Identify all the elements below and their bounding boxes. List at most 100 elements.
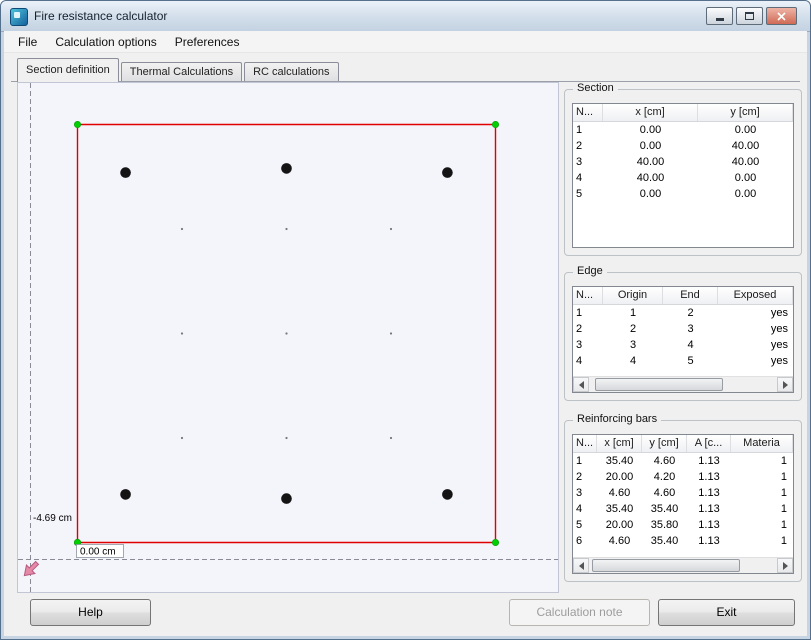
close-button[interactable] xyxy=(766,7,797,25)
rebar-point[interactable] xyxy=(281,163,292,174)
tab-rc-calculations[interactable]: RC calculations xyxy=(244,62,339,81)
reinforcing-bars-table-body: 1 35.40 4.60 1.13 1 2 20.00 4.20 1.13 1 3 4.60 4.60 1… xyxy=(573,453,793,549)
section-table[interactable]: N... x [cm] y [cm] 1 0.00 0.00 2 0.00 40.00 3 40.… xyxy=(572,103,794,248)
rebar-point[interactable] xyxy=(281,493,292,504)
table-row[interactable]: 4 40.00 0.00 xyxy=(573,170,793,186)
edge-table-hscrollbar[interactable] xyxy=(573,376,793,392)
table-row[interactable]: 4 35.40 35.40 1.13 1 xyxy=(573,501,793,517)
column-header[interactable]: Materia xyxy=(731,435,793,452)
menu-preferences[interactable]: Preferences xyxy=(166,33,249,51)
tab-section-definition[interactable]: Section definition xyxy=(17,58,119,82)
table-cell: 1 xyxy=(576,124,583,136)
exit-button[interactable]: Exit xyxy=(658,599,795,626)
column-header[interactable]: y [cm] xyxy=(698,104,793,121)
table-cell: 35.80 xyxy=(650,519,679,531)
rebar-point[interactable] xyxy=(442,167,453,178)
column-header[interactable]: x [cm] xyxy=(603,104,698,121)
table-cell: 0.00 xyxy=(734,172,757,184)
column-header[interactable]: y [cm] xyxy=(642,435,687,452)
rebar-point[interactable] xyxy=(442,489,453,500)
table-row[interactable]: 5 0.00 0.00 xyxy=(573,186,793,202)
section-panel: Section N... x [cm] y [cm] 1 0.00 0.00 2 0.00 4… xyxy=(564,82,802,256)
tab-thermal-calculations[interactable]: Thermal Calculations xyxy=(120,62,243,81)
edge-panel-title: Edge xyxy=(573,265,607,277)
vertex-point[interactable] xyxy=(73,120,81,128)
column-header[interactable]: x [cm] xyxy=(597,435,642,452)
scroll-left-icon xyxy=(578,380,584,389)
table-cell: 40.00 xyxy=(731,156,760,168)
column-header[interactable]: N... xyxy=(573,287,603,304)
section-drawing-area[interactable]: -4.69 cm 0.00 cm xyxy=(17,82,559,593)
table-cell: 4 xyxy=(576,503,583,515)
table-cell: 1 xyxy=(576,455,583,467)
column-header[interactable]: Exposed xyxy=(718,287,793,304)
table-row[interactable]: 5 20.00 35.80 1.13 1 xyxy=(573,517,793,533)
minimize-button[interactable] xyxy=(706,7,733,25)
edge-table-header: N... Origin End Exposed xyxy=(573,287,793,305)
rebar-point[interactable] xyxy=(120,167,131,178)
column-header[interactable]: Origin xyxy=(603,287,663,304)
table-row[interactable]: 3 4.60 4.60 1.13 1 xyxy=(573,485,793,501)
scroll-left-button[interactable] xyxy=(573,377,589,392)
bars-table-hscrollbar[interactable] xyxy=(573,557,793,573)
edge-table[interactable]: N... Origin End Exposed 1 1 2 yes 2 2 3 yes 3 3 4 yes 4… xyxy=(572,286,794,393)
table-row[interactable]: 1 1 2 yes xyxy=(573,305,793,321)
section-canvas-svg[interactable]: -4.69 cm 0.00 cm xyxy=(18,83,558,592)
scroll-right-icon xyxy=(782,380,788,389)
table-cell: 3 xyxy=(687,323,694,335)
table-cell: 2 xyxy=(629,323,637,335)
section-geometry xyxy=(73,120,499,546)
table-cell: 4 xyxy=(576,355,583,367)
table-cell: 2 xyxy=(687,307,694,319)
table-row[interactable]: 2 2 3 yes xyxy=(573,321,793,337)
table-cell: 4.60 xyxy=(653,455,676,467)
table-cell: 4 xyxy=(629,355,637,367)
scroll-right-button[interactable] xyxy=(777,377,793,392)
table-cell: 40.00 xyxy=(636,172,665,184)
grid-dot xyxy=(180,332,184,335)
reinforcing-bars-table[interactable]: N... x [cm] y [cm] A [c... Materia 1 35.40 4.6… xyxy=(572,434,794,574)
table-row[interactable]: 4 4 5 yes xyxy=(573,353,793,369)
table-cell: 0.00 xyxy=(639,124,662,136)
axes-origin-arrow-icon xyxy=(23,560,40,577)
cursor-x-label: 0.00 cm xyxy=(80,547,116,558)
table-row[interactable]: 3 40.00 40.00 xyxy=(573,154,793,170)
menu-calculation-options[interactable]: Calculation options xyxy=(46,33,165,51)
app-icon xyxy=(10,8,28,26)
maximize-button[interactable] xyxy=(736,7,763,25)
grid-dot xyxy=(285,332,288,335)
column-header[interactable]: End xyxy=(663,287,718,304)
window-title: Fire resistance calculator xyxy=(34,9,168,23)
table-row[interactable]: 6 4.60 35.40 1.13 1 xyxy=(573,533,793,549)
table-cell: 1 xyxy=(780,487,787,499)
vertex-point[interactable] xyxy=(491,120,499,128)
table-row[interactable]: 2 0.00 40.00 xyxy=(573,138,793,154)
scrollbar-track[interactable] xyxy=(589,377,777,392)
table-row[interactable]: 1 0.00 0.00 xyxy=(573,122,793,138)
tab-strip: Section definition Thermal Calculations … xyxy=(17,58,341,82)
maximize-icon xyxy=(745,12,754,20)
table-row[interactable]: 1 35.40 4.60 1.13 1 xyxy=(573,453,793,469)
grid-dot xyxy=(389,332,393,335)
vertex-point[interactable] xyxy=(491,538,499,546)
column-header[interactable]: N... xyxy=(573,435,597,452)
rebar-point[interactable] xyxy=(120,489,131,500)
table-row[interactable]: 3 3 4 yes xyxy=(573,337,793,353)
scroll-left-button[interactable] xyxy=(573,558,589,573)
title-bar[interactable]: Fire resistance calculator xyxy=(1,1,810,32)
table-cell: 3 xyxy=(576,487,583,499)
scrollbar-thumb[interactable] xyxy=(592,559,740,572)
scroll-right-button[interactable] xyxy=(777,558,793,573)
help-button[interactable]: Help xyxy=(30,599,151,626)
table-cell: 6 xyxy=(576,535,583,547)
table-cell: 1 xyxy=(780,503,787,515)
table-cell: 1.13 xyxy=(698,455,720,467)
menu-file[interactable]: File xyxy=(9,33,46,51)
table-row[interactable]: 2 20.00 4.20 1.13 1 xyxy=(573,469,793,485)
table-cell: 4 xyxy=(687,339,694,351)
column-header[interactable]: N... xyxy=(573,104,603,121)
column-header[interactable]: A [c... xyxy=(687,435,731,452)
scrollbar-track[interactable] xyxy=(589,558,777,573)
scrollbar-thumb[interactable] xyxy=(595,378,723,391)
table-cell: 4.60 xyxy=(653,487,676,499)
